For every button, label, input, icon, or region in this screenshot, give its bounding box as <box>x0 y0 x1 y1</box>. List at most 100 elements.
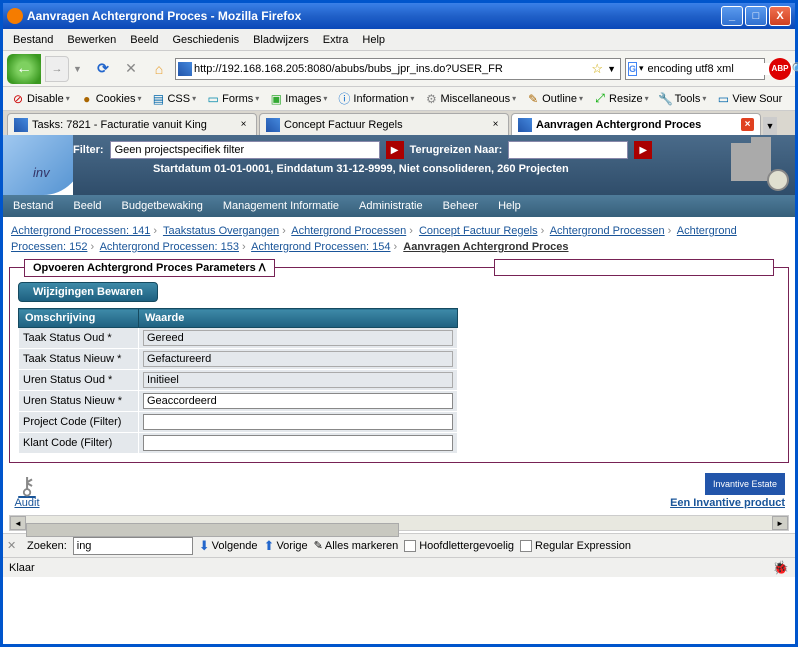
invantive-branding: Invantive Estate Een Invantive product <box>670 473 785 509</box>
crumb-link[interactable]: Concept Factuur Regels <box>419 225 538 237</box>
dev-images[interactable]: ▣Images▾ <box>265 90 331 108</box>
scroll-right-button[interactable]: ► <box>772 516 788 530</box>
crumb-link[interactable]: Achtergrond Processen <box>291 225 406 237</box>
tab-aanvragen[interactable]: Aanvragen Achtergrond Proces × <box>511 113 761 135</box>
filter-input[interactable] <box>110 141 380 159</box>
taak-status-oud-input[interactable] <box>143 330 453 346</box>
url-bar: ☆ ▼ <box>175 58 621 80</box>
menu-bewerken[interactable]: Bewerken <box>61 32 122 48</box>
dev-cookies[interactable]: ●Cookies▾ <box>76 90 146 108</box>
arrow-down-icon: ⬇ <box>199 538 210 554</box>
tab-tasks[interactable]: Tasks: 7821 - Facturatie vanuit King × <box>7 113 257 135</box>
find-prev-button[interactable]: ⬆Vorige <box>264 538 308 554</box>
app-menu-bestand[interactable]: Bestand <box>13 200 53 212</box>
stop-button[interactable]: ✕ <box>119 57 143 81</box>
dev-disable[interactable]: ⊘Disable▾ <box>7 90 74 108</box>
regex-checkbox[interactable]: Regular Expression <box>520 540 631 552</box>
find-next-button[interactable]: ⬇Volgende <box>199 538 258 554</box>
dev-outline[interactable]: ✎Outline▾ <box>522 90 587 108</box>
app-menu-management[interactable]: Management Informatie <box>223 200 339 212</box>
tab-close-button[interactable]: × <box>741 118 754 131</box>
menu-extra[interactable]: Extra <box>317 32 355 48</box>
browser-menubar: Bestand Bewerken Beeld Geschiedenis Blad… <box>3 29 795 51</box>
horizontal-scrollbar[interactable]: ◄ ► <box>9 515 789 531</box>
find-highlight-button[interactable]: ✎Alles markeren <box>314 539 399 552</box>
terugreizen-input[interactable] <box>508 141 628 159</box>
dev-css[interactable]: ▤CSS▾ <box>147 90 200 108</box>
url-input[interactable] <box>192 63 589 75</box>
terugreizen-go-button[interactable]: ▶ <box>634 141 652 159</box>
window-close-button[interactable]: X <box>769 6 791 26</box>
navigation-toolbar: ← → ▼ ⟳ ✕ ⌂ ☆ ▼ G ▾ 🔍 ABP <box>3 51 795 87</box>
crumb-link[interactable]: Taakstatus Overgangen <box>163 225 279 237</box>
back-button[interactable]: ← <box>7 54 41 84</box>
url-dropdown[interactable]: ▼ <box>605 64 618 74</box>
table-row: Klant Code (Filter) <box>19 433 458 454</box>
crumb-link[interactable]: Achtergrond Processen <box>550 225 665 237</box>
dev-forms[interactable]: ▭Forms▾ <box>202 90 263 108</box>
tab-concept-factuur[interactable]: Concept Factuur Regels × <box>259 113 509 135</box>
menu-bladwijzers[interactable]: Bladwijzers <box>247 32 315 48</box>
find-label: Zoeken: <box>27 540 67 552</box>
bookmark-star-icon[interactable]: ☆ <box>589 61 605 77</box>
crumb-link[interactable]: Achtergrond Processen: 153 <box>100 241 239 253</box>
table-row: Taak Status Nieuw * <box>19 349 458 370</box>
reload-button[interactable]: ⟳ <box>91 57 115 81</box>
audit-link[interactable]: ⚷ Audit <box>13 477 41 509</box>
match-case-checkbox[interactable]: Hoofdlettergevoelig <box>404 540 514 552</box>
app-menu-beeld[interactable]: Beeld <box>73 200 101 212</box>
breadcrumb: Achtergrond Processen: 141› Taakstatus O… <box>3 217 795 261</box>
window-minimize-button[interactable]: _ <box>721 6 743 26</box>
status-text: Klaar <box>9 562 35 574</box>
dev-miscellaneous[interactable]: ⚙Miscellaneous▾ <box>420 90 520 108</box>
dev-tools[interactable]: 🔧Tools▾ <box>655 90 711 108</box>
google-icon[interactable]: G <box>628 62 637 76</box>
menu-beeld[interactable]: Beeld <box>124 32 164 48</box>
omschrijving-header: Omschrijving <box>19 309 139 328</box>
app-menu-beheer[interactable]: Beheer <box>443 200 478 212</box>
crumb-link[interactable]: Achtergrond Processen: 141 <box>11 225 150 237</box>
uren-status-nieuw-input[interactable] <box>143 393 453 409</box>
webdeveloper-toolbar: ⊘Disable▾ ●Cookies▾ ▤CSS▾ ▭Forms▾ ▣Image… <box>3 87 795 111</box>
klant-code-input[interactable] <box>143 435 453 451</box>
filter-go-button[interactable]: ▶ <box>386 141 404 159</box>
find-input[interactable] <box>73 537 193 555</box>
taak-status-nieuw-input[interactable] <box>143 351 453 367</box>
scroll-left-button[interactable]: ◄ <box>10 516 26 530</box>
filter-label: Filter: <box>73 144 104 156</box>
search-bar: G ▾ 🔍 <box>625 58 765 80</box>
parameters-table: Omschrijving Waarde Taak Status Oud * Ta… <box>18 308 458 454</box>
dev-viewsource[interactable]: ▭View Sour <box>712 90 786 108</box>
app-menubar: Bestand Beeld Budgetbewaking Management … <box>3 195 795 217</box>
save-button[interactable]: Wijzigingen Bewaren <box>18 282 158 302</box>
menu-bestand[interactable]: Bestand <box>7 32 59 48</box>
app-menu-administratie[interactable]: Administratie <box>359 200 423 212</box>
firefox-icon <box>7 8 23 24</box>
adblock-icon[interactable]: ABP <box>769 58 791 80</box>
search-engine-dropdown[interactable]: ▾ <box>637 63 646 74</box>
dev-information[interactable]: ⓘInformation▾ <box>333 90 418 108</box>
forward-button[interactable]: → <box>45 56 69 82</box>
app-menu-budgetbewaking[interactable]: Budgetbewaking <box>122 200 203 212</box>
find-close-button[interactable]: ✕ <box>7 539 21 553</box>
window-maximize-button[interactable]: □ <box>745 6 767 26</box>
scroll-thumb[interactable] <box>26 523 399 537</box>
menu-geschiedenis[interactable]: Geschiedenis <box>166 32 245 48</box>
dev-resize[interactable]: ⤢Resize▾ <box>589 90 653 108</box>
history-dropdown[interactable]: ▼ <box>73 64 87 74</box>
search-go-icon[interactable]: 🔍 <box>792 62 798 76</box>
status-bug-icon[interactable]: 🐞 <box>773 560 789 576</box>
tab-close-button[interactable]: × <box>237 118 250 131</box>
site-icon <box>178 62 192 76</box>
project-code-input[interactable] <box>143 414 453 430</box>
tab-close-button[interactable]: × <box>489 118 502 131</box>
home-button[interactable]: ⌂ <box>147 57 171 81</box>
invantive-link[interactable]: Een Invantive product <box>670 497 785 509</box>
uren-status-oud-input[interactable] <box>143 372 453 388</box>
app-menu-help[interactable]: Help <box>498 200 521 212</box>
tab-list-dropdown[interactable]: ▼ <box>763 117 777 135</box>
crumb-link[interactable]: Achtergrond Processen: 154 <box>251 241 390 253</box>
fieldset-legend[interactable]: Opvoeren Achtergrond Proces Parameters ⴷ <box>24 259 275 277</box>
menu-help[interactable]: Help <box>356 32 391 48</box>
tab-icon <box>266 118 280 132</box>
